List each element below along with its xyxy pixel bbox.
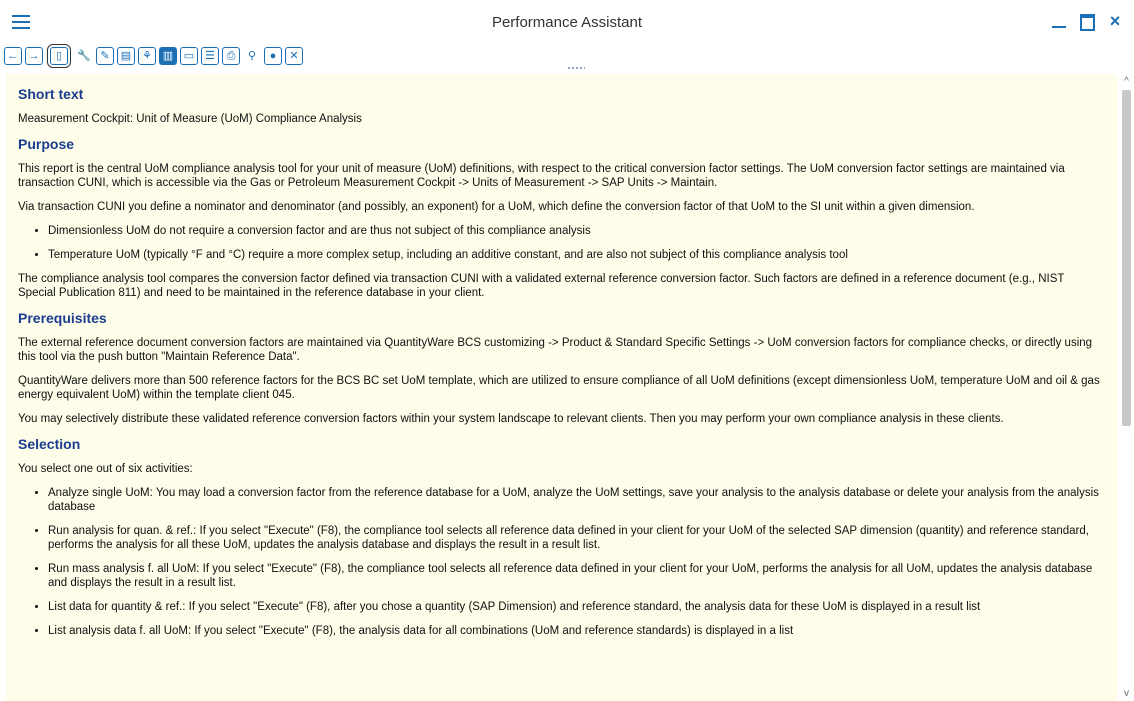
card-icon[interactable]: ▭ bbox=[180, 47, 198, 65]
network-icon[interactable]: ⚘ bbox=[138, 47, 156, 65]
scroll-thumb[interactable] bbox=[1122, 90, 1131, 426]
list-icon[interactable]: ☰ bbox=[201, 47, 219, 65]
minimize-icon[interactable] bbox=[1050, 12, 1068, 30]
close-icon[interactable]: × bbox=[1106, 12, 1124, 30]
purpose-heading: Purpose bbox=[18, 136, 75, 152]
forward-arrow-icon[interactable]: → bbox=[25, 47, 43, 65]
maximize-icon[interactable] bbox=[1078, 12, 1096, 31]
list-item: Dimensionless UoM do not require a conve… bbox=[48, 224, 1105, 238]
list-item: Temperature UoM (typically °F and °C) re… bbox=[48, 248, 1105, 262]
selection-heading: Selection bbox=[18, 436, 81, 452]
scroll-down-icon[interactable]: v bbox=[1121, 688, 1132, 699]
back-arrow-icon[interactable]: ← bbox=[4, 47, 22, 65]
list-item: Analyze single UoM: You may load a conve… bbox=[48, 486, 1105, 514]
short-text-heading: Short text bbox=[18, 86, 84, 102]
purpose-paragraph: This report is the central UoM complianc… bbox=[18, 163, 1065, 189]
book-icon[interactable]: ▥ bbox=[159, 47, 177, 65]
edit-icon[interactable]: ✎ bbox=[96, 47, 114, 65]
vertical-scrollbar[interactable]: ^ v bbox=[1119, 74, 1134, 701]
list-item: Run analysis for quan. & ref.: If you se… bbox=[48, 524, 1105, 552]
splitter-handle[interactable] bbox=[567, 66, 585, 70]
selection-paragraph: You select one out of six activities: bbox=[18, 463, 193, 475]
prerequisites-paragraph: You may selectively distribute these val… bbox=[18, 413, 1004, 425]
purpose-paragraph: Via transaction CUNI you define a nomina… bbox=[18, 201, 975, 213]
short-text: Measurement Cockpit: Unit of Measure (Uo… bbox=[18, 113, 362, 125]
window-controls: × bbox=[1050, 12, 1124, 31]
print-icon[interactable]: ⎙ bbox=[222, 47, 240, 65]
close-box-icon[interactable]: ✕ bbox=[285, 47, 303, 65]
list-item: List analysis data f. all UoM: If you se… bbox=[48, 624, 1105, 638]
selection-list: Analyze single UoM: You may load a conve… bbox=[18, 486, 1105, 638]
list-item: Run mass analysis f. all UoM: If you sel… bbox=[48, 562, 1105, 590]
prerequisites-paragraph: QuantityWare delivers more than 500 refe… bbox=[18, 375, 1100, 401]
title-bar: Performance Assistant × bbox=[0, 0, 1134, 44]
toolbar: ← → ▯ 🔧 ✎ ▤ ⚘ ▥ ▭ ☰ ⎙ ⚲ ● ✕ bbox=[0, 44, 1134, 68]
purpose-list: Dimensionless UoM do not require a conve… bbox=[18, 224, 1105, 262]
stamp-icon[interactable]: ▤ bbox=[117, 47, 135, 65]
user-icon[interactable]: ● bbox=[264, 47, 282, 65]
wrench-icon[interactable]: 🔧 bbox=[75, 47, 93, 65]
prerequisites-paragraph: The external reference document conversi… bbox=[18, 337, 1093, 363]
window-title: Performance Assistant bbox=[491, 14, 643, 31]
purpose-paragraph: The compliance analysis tool compares th… bbox=[18, 273, 1065, 299]
search-plus-icon[interactable]: ⚲ bbox=[243, 47, 261, 65]
help-content: Short text Measurement Cockpit: Unit of … bbox=[6, 74, 1117, 701]
document-icon[interactable]: ▯ bbox=[47, 44, 71, 68]
list-item: List data for quantity & ref.: If you se… bbox=[48, 600, 1105, 614]
prerequisites-heading: Prerequisites bbox=[18, 310, 107, 326]
scroll-up-icon[interactable]: ^ bbox=[1121, 76, 1132, 87]
